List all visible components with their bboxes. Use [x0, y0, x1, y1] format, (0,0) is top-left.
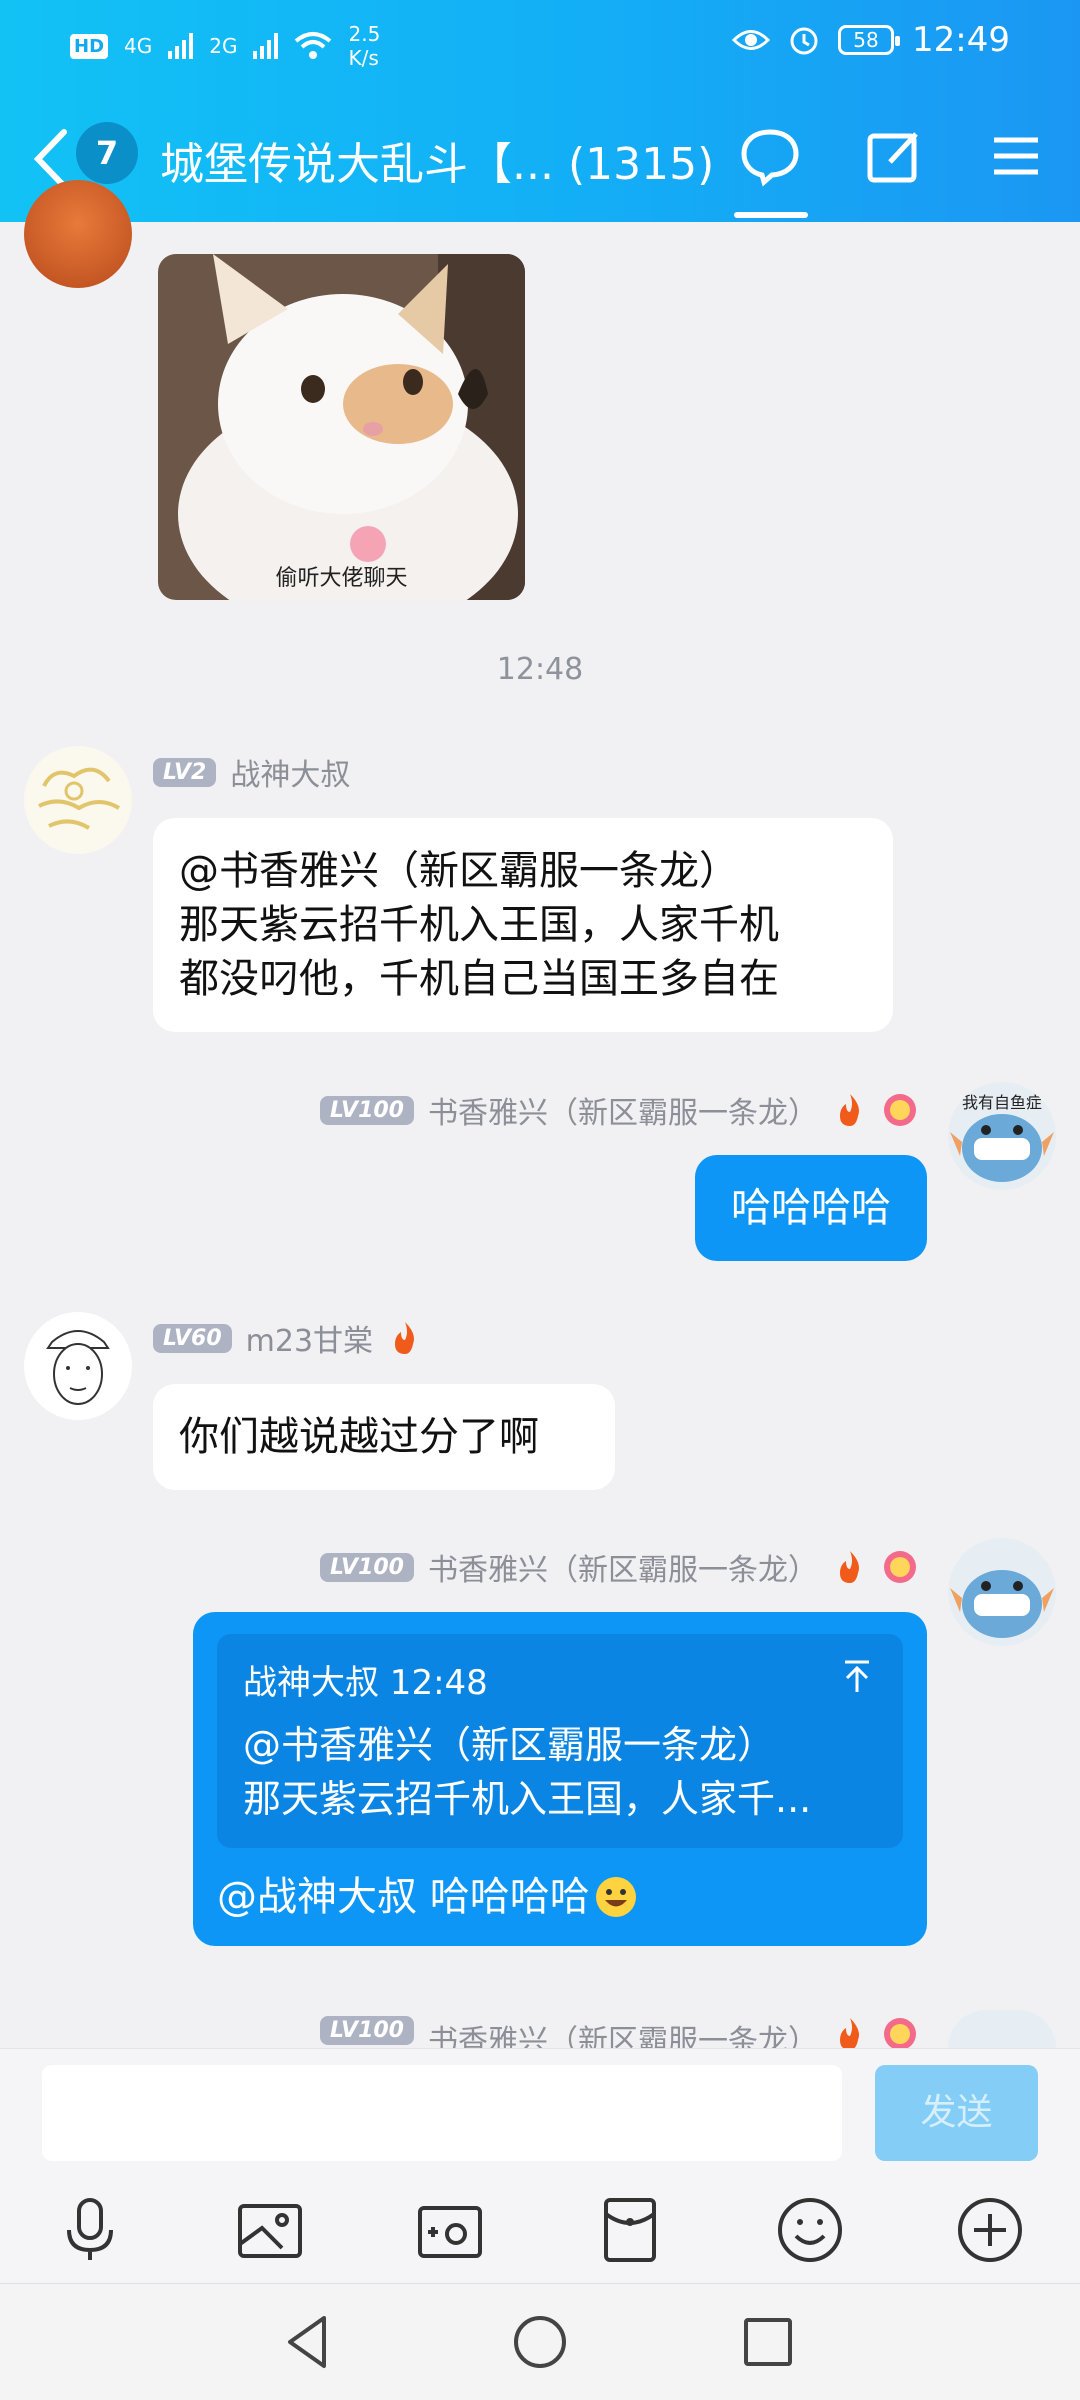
cloud-pattern-avatar [38, 767, 121, 830]
image-icon[interactable] [232, 2192, 308, 2268]
jump-to-top-icon[interactable] [837, 1656, 877, 1696]
sender-meta: LV100 书香雅兴（新区霸服一条龙） [320, 2016, 918, 2048]
message-bubble[interactable]: @书香雅兴（新区霸服一条龙） 那天紫云招千机入王国，人家千机 都没叼他，千机自己… [153, 818, 893, 1032]
smile-emoji-icon [595, 1877, 636, 1917]
sender-name[interactable]: 书香雅兴（新区霸服一条龙） [428, 2016, 818, 2048]
cat-meme-image[interactable]: 偷听大佬聊天 [158, 254, 525, 600]
svg-text:我有自鱼症: 我有自鱼症 [962, 1093, 1042, 1112]
avatar[interactable] [948, 2010, 1056, 2048]
fire-icon [840, 2018, 859, 2048]
avatar[interactable] [24, 1312, 132, 1420]
send-button[interactable]: 发送 [875, 2065, 1038, 2161]
message-input[interactable] [42, 2065, 842, 2161]
emoji-icon[interactable] [772, 2192, 848, 2268]
system-navigation-bar [0, 2283, 1080, 2400]
unread-count-badge[interactable]: 7 [76, 122, 138, 184]
quoted-message[interactable]: 战神大叔 12:48 @书香雅兴（新区霸服一条龙） 那天紫云招千机入王国，人家千… [217, 1634, 903, 1848]
avatar[interactable]: 我有自鱼症 [948, 1082, 1056, 1190]
status-time: 12:49 [912, 20, 1010, 60]
image-caption: 偷听大佬聊天 [275, 566, 408, 591]
message-line: 那天紫云招千机入王国，人家千机 [179, 902, 779, 948]
sender-meta: LV60 m23甘棠 [153, 1316, 423, 1360]
level-badge: LV100 [320, 2016, 414, 2045]
message-bubble[interactable]: 哈哈哈哈 [695, 1155, 927, 1261]
camera-icon[interactable] [412, 2192, 488, 2268]
menu-icon[interactable] [984, 124, 1048, 188]
sender-meta: LV100 书香雅兴（新区霸服一条龙） [320, 1088, 918, 1132]
signal-icon [168, 33, 194, 59]
input-toolbar [0, 2178, 1080, 2283]
microphone-icon[interactable] [52, 2192, 128, 2268]
alarm-icon [790, 27, 818, 55]
active-tab-indicator [734, 212, 808, 218]
battery-icon: 58 [838, 25, 901, 55]
sketch-face-avatar [46, 1330, 110, 1405]
quote-line: 那天紫云招千机入王国，人家千... [243, 1777, 812, 1821]
fire-icon [395, 1322, 415, 1354]
flower-emoji-icon [884, 2018, 916, 2048]
flower-emoji-icon [884, 1551, 916, 1583]
sender-name[interactable]: 书香雅兴（新区霸服一条龙） [428, 1545, 818, 1589]
avatar[interactable] [948, 1538, 1056, 1646]
signal-icon [253, 33, 279, 59]
cat-picture [158, 254, 525, 600]
quote-line: @书香雅兴（新区霸服一条龙） [243, 1723, 776, 1767]
message-line: 都没叼他，千机自己当国王多自在 [179, 956, 779, 1002]
nav-recents-icon[interactable] [736, 2310, 800, 2374]
sender-name[interactable]: m23甘棠 [246, 1316, 373, 1360]
reply-text: @战神大叔 哈哈哈哈 [217, 1874, 590, 1920]
edit-icon[interactable] [862, 124, 926, 188]
quote-author-time: 战神大叔 12:48 [243, 1663, 488, 1703]
fire-icon [840, 1551, 859, 1583]
chat-bubble-icon[interactable] [738, 124, 802, 188]
sender-name[interactable]: 书香雅兴（新区霸服一条龙） [428, 1088, 818, 1132]
message-line: @书香雅兴（新区霸服一条龙） [179, 848, 739, 894]
sender-name[interactable]: 战神大叔 [230, 750, 350, 794]
nav-home-icon[interactable] [508, 2310, 572, 2374]
wifi-icon [295, 32, 332, 59]
plus-icon[interactable] [952, 2192, 1028, 2268]
message-bubble[interactable]: 你们越说越过分了啊 [153, 1384, 615, 1490]
network-type-2: 2G [209, 34, 238, 58]
avatar[interactable] [24, 746, 132, 854]
eye-icon [732, 30, 771, 50]
message-timestamp: 12:48 [496, 652, 584, 687]
network-type-1: 4G [124, 34, 153, 58]
fire-icon [840, 1094, 859, 1126]
mudkip-avatar [950, 1570, 1054, 1638]
sender-meta: LV2 战神大叔 [153, 750, 350, 794]
level-badge: LV60 [153, 1323, 232, 1353]
hd-indicator: HD [70, 33, 109, 59]
level-badge: LV100 [320, 1552, 414, 1582]
avatar[interactable] [24, 180, 132, 288]
red-packet-icon[interactable] [592, 2192, 668, 2268]
level-badge: LV100 [320, 1095, 414, 1125]
sender-meta: LV100 书香雅兴（新区霸服一条龙） [320, 1545, 918, 1589]
mudkip-avatar: 我有自鱼症 [950, 1093, 1054, 1182]
level-badge: LV2 [153, 757, 217, 787]
flower-emoji-icon [884, 1094, 916, 1126]
input-bar: 发送 [0, 2048, 1080, 2178]
reply-message-bubble[interactable]: 战神大叔 12:48 @书香雅兴（新区霸服一条龙） 那天紫云招千机入王国，人家千… [193, 1612, 927, 1946]
nav-back-icon[interactable] [276, 2310, 340, 2374]
page-title[interactable]: 城堡传说大乱斗【... (1315) [160, 128, 714, 192]
network-speed: 2.5 K/s [348, 22, 381, 70]
chat-header: HD 4G 2G 2.5 K/s 58 12:49 7 城堡传说大乱斗【... (… [0, 0, 1080, 222]
status-bar: HD 4G 2G 2.5 K/s 58 12:49 [0, 0, 1080, 96]
